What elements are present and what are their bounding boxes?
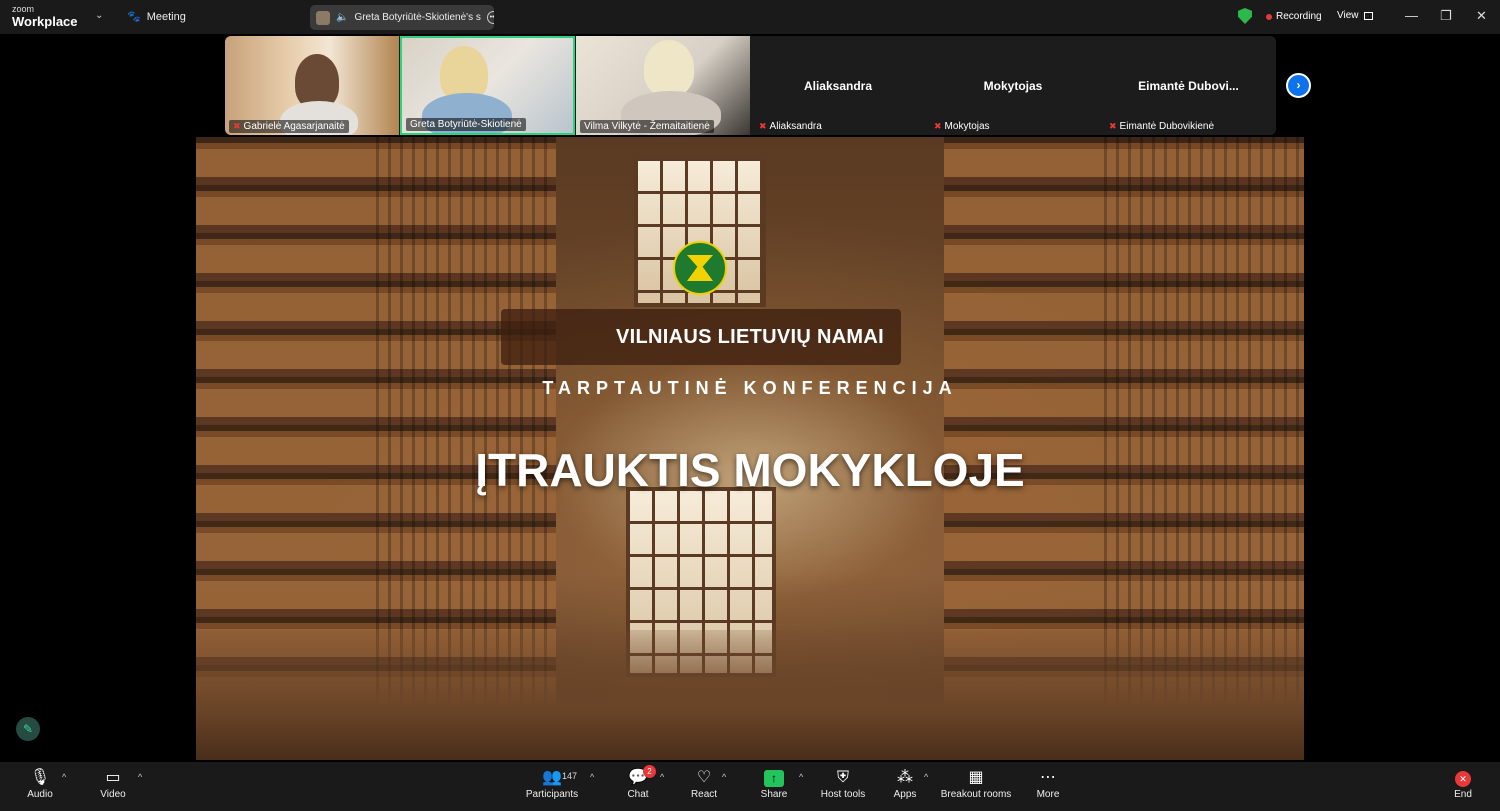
meeting-toolbar: 🎙 Audio ^ ▭ Video ^ 👥 147 Participants ^… bbox=[0, 762, 1500, 811]
participant-tile[interactable]: Vilma Vilkytė - Žemaitaitienė bbox=[576, 36, 750, 135]
participant-tile[interactable]: Aliaksandra ✖ Aliaksandra bbox=[751, 36, 925, 135]
participant-center-name: Aliaksandra bbox=[803, 79, 873, 93]
mic-off-icon: ✖ bbox=[1109, 121, 1117, 131]
host-tools-button[interactable]: ⛨ Host tools bbox=[808, 768, 878, 800]
participant-tile[interactable]: Eimantė Dubovi... ✖ Eimantė Dubovikienė bbox=[1101, 36, 1276, 135]
minimize-button[interactable]: — bbox=[1405, 8, 1418, 23]
zoom-logo[interactable]: zoom Workplace bbox=[12, 4, 78, 29]
mic-off-icon: ✖ bbox=[233, 121, 241, 131]
participant-tile[interactable]: Mokytojas ✖ Mokytojas bbox=[926, 36, 1100, 135]
title-bar: zoom Workplace ⌄ 🐾 Meeting 🔈 Greta Botyr… bbox=[0, 0, 1500, 34]
react-button[interactable]: ♡ React bbox=[669, 768, 739, 800]
more-button[interactable]: ⋯ More bbox=[1013, 768, 1083, 800]
organization-logo bbox=[673, 241, 727, 295]
audio-options-chevron-icon[interactable]: ^ bbox=[62, 772, 66, 782]
library-floor bbox=[196, 630, 1304, 760]
recording-indicator[interactable]: Recording bbox=[1266, 11, 1322, 22]
participant-name: ✖ Aliaksandra bbox=[755, 120, 826, 133]
end-meeting-icon: ✕ bbox=[1428, 768, 1498, 788]
participant-name: ✖ Mokytojas bbox=[930, 120, 994, 133]
view-button[interactable]: View bbox=[1337, 10, 1373, 21]
security-shield-icon[interactable] bbox=[1238, 8, 1252, 24]
react-options-chevron-icon[interactable]: ^ bbox=[722, 772, 726, 782]
participant-tile[interactable]: ✖ Gabrielė Agasarjanaitė bbox=[225, 36, 399, 135]
speaker-icon: 🔈 bbox=[336, 12, 349, 23]
chevron-down-icon[interactable]: ⌄ bbox=[95, 10, 103, 21]
recording-label: Recording bbox=[1276, 11, 1322, 22]
brand-small: zoom bbox=[12, 4, 35, 14]
participant-name-label: Mokytojas bbox=[944, 121, 990, 132]
meeting-label: Meeting bbox=[146, 10, 186, 23]
participants-button[interactable]: 👥 147 Participants bbox=[517, 768, 587, 800]
mic-off-icon: ✖ bbox=[934, 121, 942, 131]
participants-options-chevron-icon[interactable]: ^ bbox=[590, 772, 594, 782]
more-label: More bbox=[1036, 789, 1060, 800]
paw-icon: 🐾 bbox=[127, 11, 141, 23]
participants-count: 147 bbox=[562, 771, 578, 781]
end-button[interactable]: ✕ End bbox=[1428, 768, 1498, 800]
screen-share-pill[interactable]: 🔈 Greta Botyriūtė-Skiotienė's s ••• bbox=[310, 5, 494, 30]
apps-options-chevron-icon[interactable]: ^ bbox=[924, 772, 928, 782]
brand-big: Workplace bbox=[12, 14, 78, 29]
apps-icon: ⁂ bbox=[897, 769, 913, 786]
chat-unread-badge: 2 bbox=[643, 765, 656, 778]
participant-video bbox=[644, 40, 694, 96]
record-dot-icon bbox=[1266, 13, 1272, 20]
shield-icon: ⛨ bbox=[836, 769, 849, 786]
participants-label: Participants bbox=[525, 789, 579, 800]
participant-name: ✖ Eimantė Dubovikienė bbox=[1105, 120, 1218, 133]
react-label: React bbox=[690, 789, 718, 800]
host-tools-label: Host tools bbox=[820, 789, 866, 800]
share-pill-label: Greta Botyriūtė-Skiotienė's s bbox=[354, 12, 481, 23]
breakout-rooms-label: Breakout rooms bbox=[940, 789, 1012, 800]
close-button[interactable]: ✕ bbox=[1476, 8, 1487, 24]
participant-name: Vilma Vilkytė - Žemaitaitienė bbox=[580, 120, 714, 133]
mic-off-icon: ✖ bbox=[759, 121, 767, 131]
participant-name-label: Eimantė Dubovikienė bbox=[1119, 121, 1215, 132]
more-options-icon[interactable]: ••• bbox=[486, 11, 494, 24]
audio-label: Audio bbox=[27, 789, 53, 800]
chat-options-chevron-icon[interactable]: ^ bbox=[660, 772, 664, 782]
participant-center-name: Mokytojas bbox=[983, 79, 1043, 93]
end-label: End bbox=[1454, 789, 1472, 800]
breakout-rooms-button[interactable]: ▦ Breakout rooms bbox=[936, 768, 1016, 800]
apps-button[interactable]: ⁂ Apps bbox=[870, 768, 940, 800]
participant-center-name: Eimantė Dubovi... bbox=[1138, 79, 1239, 93]
breakout-rooms-icon: ▦ bbox=[968, 769, 984, 786]
meeting-menu[interactable]: 🐾 Meeting bbox=[127, 10, 186, 24]
participant-tile-speaking[interactable]: Greta Botyriūtė-Skiotienė bbox=[400, 36, 575, 135]
annotate-pencil-icon[interactable]: ✎ bbox=[16, 717, 40, 741]
heart-icon: ♡ bbox=[696, 769, 712, 786]
participant-name-label: Gabrielė Agasarjanaitė bbox=[243, 121, 345, 132]
participant-name-label: Vilma Vilkytė - Žemaitaitienė bbox=[584, 121, 710, 132]
more-icon: ⋯ bbox=[1040, 769, 1056, 786]
restore-button[interactable]: ❐ bbox=[1440, 8, 1452, 24]
participant-name-label: Aliaksandra bbox=[769, 121, 822, 132]
slide-organization: VILNIAUS LIETUVIŲ NAMAI bbox=[615, 326, 884, 348]
slide-subtitle: TARPTAUTINĖ KONFERENCIJA bbox=[542, 378, 958, 398]
video-options-chevron-icon[interactable]: ^ bbox=[138, 772, 142, 782]
slide-title: ĮTRAUKTIS MOKYKLOJE bbox=[475, 444, 1025, 496]
share-options-chevron-icon[interactable]: ^ bbox=[799, 772, 803, 782]
participant-name: ✖ Gabrielė Agasarjanaitė bbox=[229, 120, 349, 133]
avatar bbox=[316, 10, 330, 25]
chat-label: Chat bbox=[627, 789, 649, 800]
participant-strip: ✖ Gabrielė Agasarjanaitė Greta Botyriūtė… bbox=[225, 36, 1276, 135]
shared-screen: VILNIAUS LIETUVIŲ NAMAI TARPTAUTINĖ KONF… bbox=[196, 137, 1304, 760]
view-label: View bbox=[1337, 10, 1359, 21]
grid-view-icon bbox=[1363, 11, 1373, 20]
participant-name-label: Greta Botyriūtė-Skiotienė bbox=[410, 119, 522, 130]
next-page-arrow-icon[interactable]: › bbox=[1286, 73, 1311, 98]
share-label: Share bbox=[760, 789, 788, 800]
video-label: Video bbox=[100, 789, 126, 800]
participant-name: Greta Botyriūtė-Skiotienė bbox=[406, 118, 526, 131]
apps-label: Apps bbox=[893, 789, 917, 800]
